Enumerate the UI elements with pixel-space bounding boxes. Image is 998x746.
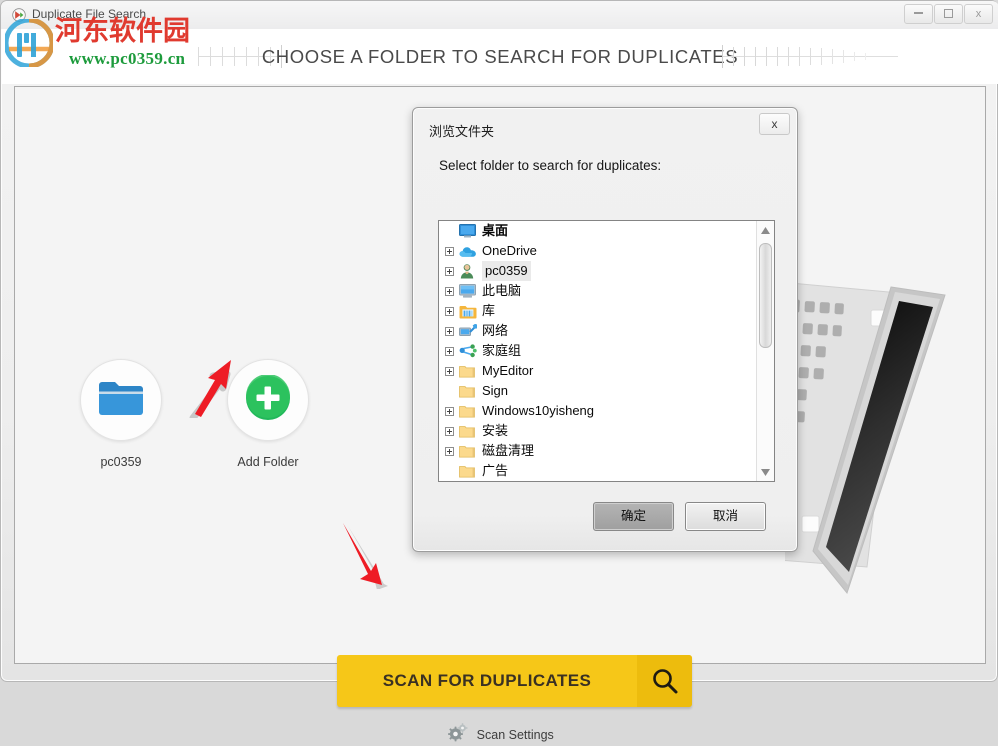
tree-item[interactable]: 安装 [439, 421, 757, 441]
tree-expand-icon[interactable] [445, 406, 454, 416]
tree-item-label: 此电脑 [482, 283, 522, 298]
onedrive-icon [459, 243, 477, 259]
tree-scrollbar[interactable] [756, 221, 774, 481]
folder-icon [459, 383, 477, 399]
tree-item[interactable]: Sign [439, 381, 757, 401]
tree-expand-icon[interactable] [445, 346, 454, 356]
tree-expand-icon[interactable] [445, 266, 454, 276]
tree-item-label: 安装 [482, 423, 509, 438]
tree-item-label: 家庭组 [482, 343, 522, 358]
dialog-cancel-label: 取消 [712, 509, 738, 523]
add-folder-label: Add Folder [237, 455, 299, 469]
scan-settings-link[interactable]: Scan Settings [15, 723, 987, 746]
tree-item-label: OneDrive [482, 243, 537, 258]
tree-item-label: pc0359 [482, 261, 531, 281]
folder-tree-box[interactable]: 桌面 OneDrive pc0359 此电脑库网络家庭组 MyEditor Sign Win… [438, 220, 775, 482]
dialog-title: 浏览文件夹 [429, 124, 495, 139]
close-button[interactable]: x [964, 4, 993, 24]
tree-expand-icon[interactable] [445, 366, 454, 376]
ruler-decoration-right [722, 29, 898, 84]
close-icon: x [975, 8, 982, 20]
scroll-down-arrow-icon[interactable] [757, 463, 774, 481]
tree-item[interactable]: 广告 [439, 461, 757, 481]
dialog-cancel-button[interactable]: 取消 [685, 502, 766, 531]
library-icon [459, 303, 477, 319]
tree-item[interactable]: 桌面 [439, 221, 757, 241]
computer-icon [459, 283, 477, 299]
user-icon [459, 263, 477, 279]
tree-item-label: 桌面 [482, 223, 509, 238]
tree-item[interactable]: 家庭组 [439, 341, 757, 361]
tree-expand-icon[interactable] [445, 246, 454, 256]
tree-item[interactable]: Windows10yisheng [439, 401, 757, 421]
minimize-button[interactable] [904, 4, 933, 24]
folder-icon [459, 443, 477, 459]
gear-icon [448, 723, 471, 746]
browse-folder-dialog: 浏览文件夹 x Select folder to search for dupl… [412, 107, 798, 552]
tree-expand-icon[interactable] [445, 446, 454, 456]
network-icon [459, 323, 477, 339]
scrollbar-thumb[interactable] [759, 243, 772, 348]
tree-item-label: Sign [482, 383, 509, 398]
tree-item[interactable]: 网络 [439, 321, 757, 341]
minimize-icon [914, 12, 923, 14]
folder-icon [459, 463, 477, 479]
tree-expander-placeholder [445, 467, 454, 476]
maximize-button[interactable] [934, 4, 963, 24]
tree-item[interactable]: 库 [439, 301, 757, 321]
dialog-ok-label: 确定 [620, 509, 646, 523]
folder-icon [459, 363, 477, 379]
tree-item[interactable]: 磁盘清理 [439, 441, 757, 461]
scroll-up-arrow-icon[interactable] [757, 221, 774, 239]
title-bar: Duplicate File Search x [1, 1, 998, 29]
tree-item-label: 网络 [482, 323, 509, 338]
scan-settings-label: Scan Settings [476, 728, 554, 742]
tree-expander-placeholder [445, 227, 454, 236]
tree-item-label: 库 [482, 303, 496, 318]
scan-for-duplicates-button[interactable]: SCAN FOR DUPLICATES [337, 655, 692, 707]
tree-item-label: 磁盘清理 [482, 443, 535, 458]
dialog-close-button[interactable]: x [759, 113, 790, 135]
dialog-prompt: Select folder to search for duplicates: [439, 158, 662, 173]
tree-item[interactable]: 此电脑 [439, 281, 757, 301]
app-icon [12, 8, 26, 22]
folder-icon [459, 423, 477, 439]
green-plus-icon [245, 373, 291, 426]
window-title: Duplicate File Search [32, 7, 147, 21]
folder-tile-circle [80, 359, 162, 441]
add-folder-tile-circle [227, 359, 309, 441]
tree-item-label: MyEditor [482, 363, 534, 378]
maximize-icon [944, 9, 953, 18]
tree-expand-icon[interactable] [445, 326, 454, 336]
desktop-icon [459, 223, 477, 239]
tree-item[interactable]: MyEditor [439, 361, 757, 381]
dialog-ok-button[interactable]: 确定 [593, 502, 674, 531]
laptop-illustration [714, 267, 985, 637]
tree-expand-icon[interactable] [445, 286, 454, 296]
tree-item[interactable]: OneDrive [439, 241, 757, 261]
blue-folder-icon [97, 378, 145, 423]
folder-icon [459, 403, 477, 419]
folder-tile-pc0359[interactable]: pc0359 [73, 359, 169, 469]
application-window: Duplicate File Search x CHOOSE A FOLDER … [0, 0, 998, 742]
tree-expand-icon[interactable] [445, 306, 454, 316]
magnifier-icon [637, 655, 692, 707]
scan-button-label: SCAN FOR DUPLICATES [382, 671, 592, 690]
header-strip: CHOOSE A FOLDER TO SEARCH FOR DUPLICATES [2, 29, 998, 84]
homegroup-icon [459, 343, 477, 359]
folder-tile-label: pc0359 [100, 455, 142, 469]
folder-tree-list: 桌面 OneDrive pc0359 此电脑库网络家庭组 MyEditor Sign Win… [439, 221, 757, 481]
tree-item-label: Windows10yisheng [482, 403, 595, 418]
tree-expand-icon[interactable] [445, 426, 454, 436]
close-icon: x [771, 117, 778, 131]
tree-item[interactable]: pc0359 [439, 261, 757, 281]
add-folder-tile[interactable]: Add Folder [220, 359, 316, 469]
tree-expander-placeholder [445, 387, 454, 396]
tree-item-label: 广告 [482, 463, 509, 478]
